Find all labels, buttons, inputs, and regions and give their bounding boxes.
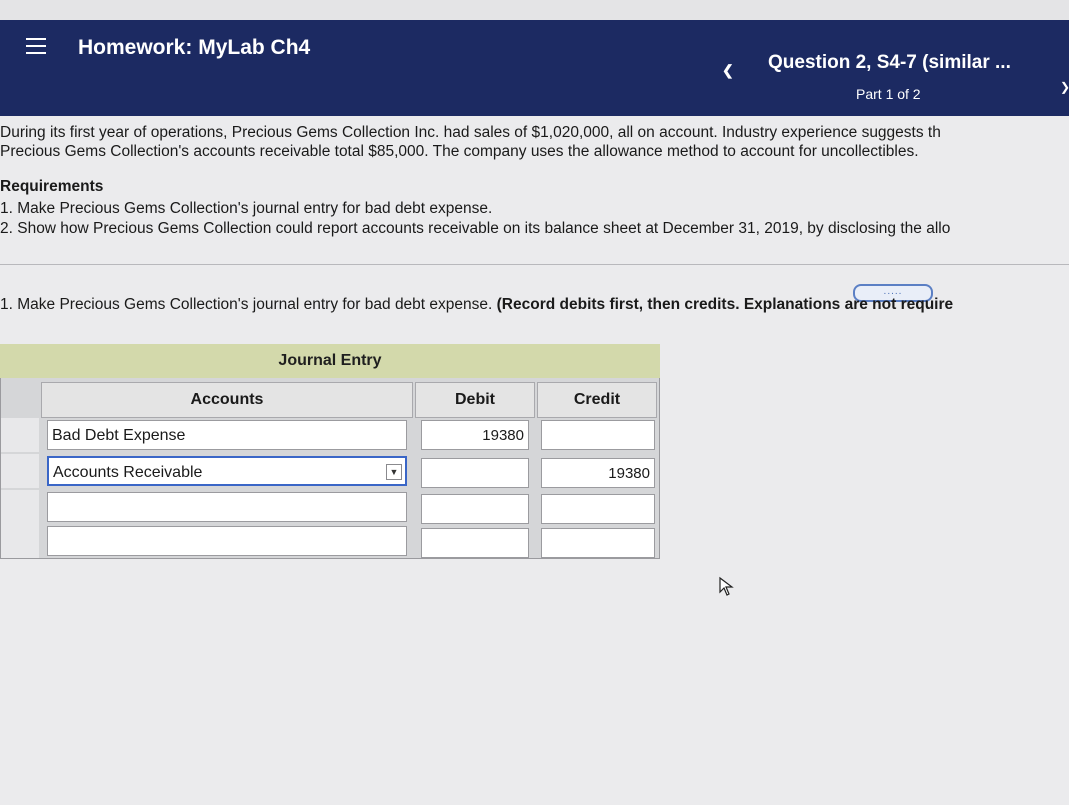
journal-body: Accounts Debit Credit Bad Debt Expense 1… <box>0 378 660 559</box>
instruction-main: 1. Make Precious Gems Collection's journ… <box>0 296 497 313</box>
requirement-item[interactable]: 2. Show how Precious Gems Collection cou… <box>0 219 950 239</box>
account-select-value: Accounts Receivable <box>53 464 203 481</box>
account-select[interactable]: Accounts Receivable ▼ <box>47 456 407 486</box>
row-handle <box>1 490 39 524</box>
problem-line: During its first year of operations, Pre… <box>0 124 941 141</box>
section-divider <box>0 264 1069 265</box>
chevron-left-icon[interactable]: ❮ <box>722 62 734 79</box>
requirements-list: 1. Make Precious Gems Collection's journ… <box>0 199 950 239</box>
row-handle <box>1 524 39 558</box>
problem-statement: During its first year of operations, Pre… <box>0 123 1069 161</box>
journal-title: Journal Entry <box>0 344 660 379</box>
account-cell[interactable] <box>47 526 407 556</box>
debit-cell[interactable] <box>421 528 529 558</box>
assignment-title: Homework: MyLab Ch4 <box>78 36 310 60</box>
row-handle <box>1 418 39 452</box>
credit-cell[interactable] <box>541 494 655 524</box>
instruction-text: 1. Make Precious Gems Collection's journ… <box>0 296 953 314</box>
column-header-debit: Debit <box>415 382 535 418</box>
requirement-item[interactable]: 1. Make Precious Gems Collection's journ… <box>0 199 950 219</box>
row-handle <box>1 454 39 488</box>
journal-entry-table: Journal Entry Accounts Debit Credit Bad … <box>0 344 660 559</box>
app-header: Homework: MyLab Ch4 ❮ Question 2, S4-7 (… <box>0 20 1069 116</box>
question-title: Question 2, S4-7 (similar ... <box>768 52 1011 73</box>
column-header-credit: Credit <box>537 382 657 418</box>
mouse-cursor-icon <box>719 576 734 596</box>
column-header-accounts: Accounts <box>41 382 413 418</box>
credit-cell[interactable] <box>541 528 655 558</box>
instruction-note: (Record debits first, then credits. Expl… <box>496 296 954 313</box>
credit-cell[interactable] <box>541 420 655 450</box>
problem-line: Precious Gems Collection's accounts rece… <box>0 143 919 160</box>
assignment-prefix: Homework: <box>78 36 193 59</box>
account-cell[interactable]: Bad Debt Expense <box>47 420 407 450</box>
part-label: Part 1 of 2 <box>856 86 921 102</box>
account-cell[interactable] <box>47 492 407 522</box>
debit-cell[interactable] <box>421 458 529 488</box>
chevron-right-icon[interactable]: ❯ <box>1060 80 1069 94</box>
assignment-name: MyLab Ch4 <box>198 36 311 59</box>
hamburger-icon[interactable] <box>26 38 46 59</box>
dropdown-arrow-icon[interactable]: ▼ <box>386 464 402 480</box>
debit-cell[interactable]: 19380 <box>421 420 529 450</box>
browser-top-strip <box>0 0 1069 22</box>
credit-cell[interactable]: 19380 <box>541 458 655 488</box>
requirements-title: Requirements <box>0 178 104 195</box>
debit-cell[interactable] <box>421 494 529 524</box>
